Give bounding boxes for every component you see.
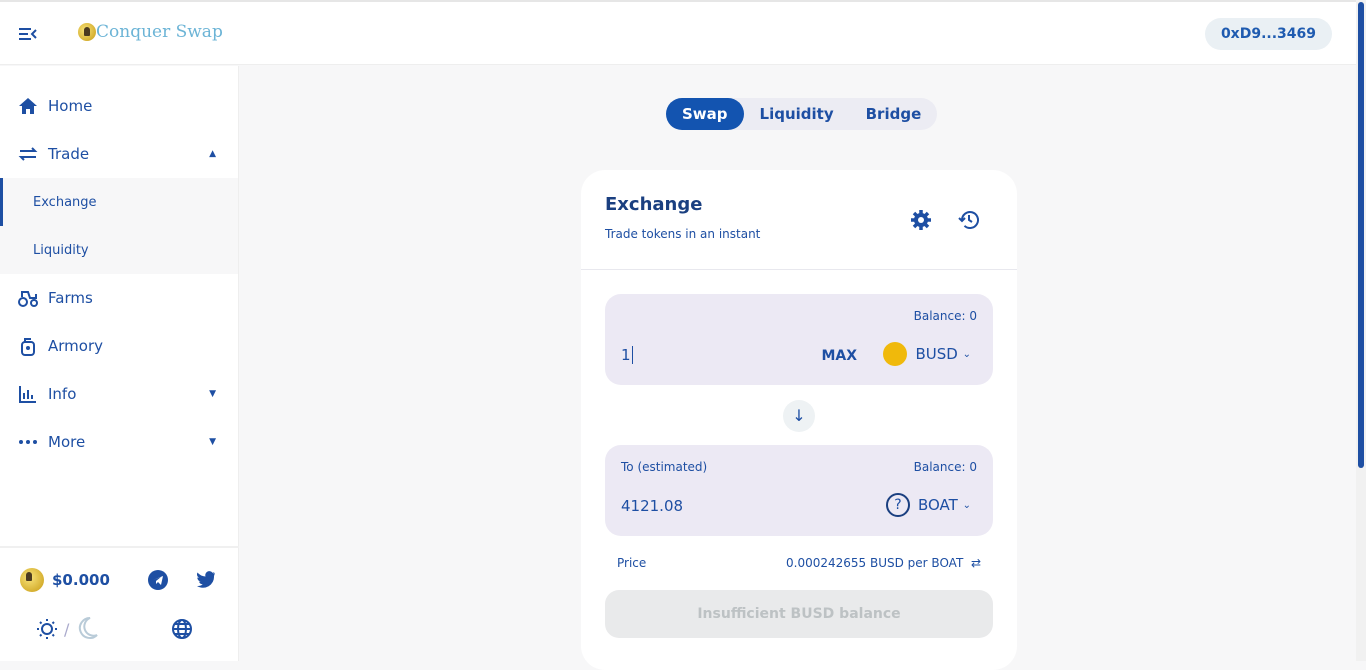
- chart-icon: [19, 386, 36, 403]
- card-title: Exchange: [605, 194, 703, 215]
- moon-icon[interactable]: [76, 616, 98, 640]
- logo[interactable]: Conquer Swap: [78, 22, 223, 42]
- max-button[interactable]: MAX: [821, 348, 857, 364]
- arrow-down-icon: ↓: [792, 406, 806, 425]
- top-bar: Conquer Swap 0xD9...3469: [0, 0, 1356, 65]
- scrollbar[interactable]: [1356, 0, 1366, 661]
- switch-direction-button[interactable]: ↓: [783, 400, 815, 432]
- sidebar: Home Trade ▲ Exchange Liquidity Farms Arm…: [0, 66, 239, 661]
- more-dots-icon: [19, 440, 37, 444]
- busd-icon: [883, 342, 908, 366]
- from-token-panel: Balance: 0 1 MAX BUSD ⌄: [605, 294, 993, 385]
- sun-icon[interactable]: [36, 618, 58, 640]
- tractor-icon: [18, 291, 38, 307]
- invert-price-icon[interactable]: ⇄: [971, 556, 981, 570]
- to-token-selector[interactable]: ? BOAT ⌄: [885, 493, 971, 517]
- sidebar-item-more[interactable]: More ▼: [0, 418, 238, 466]
- menu-collapse-icon[interactable]: [18, 26, 38, 42]
- sidebar-item-home[interactable]: Home: [0, 82, 238, 130]
- chevron-down-icon: ⌄: [962, 348, 971, 360]
- logo-coin-icon: [78, 23, 96, 41]
- caret-down-icon: ▼: [209, 437, 216, 447]
- settings-gear-icon[interactable]: [909, 208, 933, 232]
- unknown-token-icon: ?: [885, 493, 910, 517]
- swap-tabs: Swap Liquidity Bridge: [666, 98, 938, 130]
- to-balance: Balance: 0: [913, 460, 977, 474]
- twitter-icon[interactable]: [196, 570, 216, 588]
- wallet-address-button[interactable]: 0xD9...3469: [1204, 18, 1332, 50]
- theme-separator: /: [64, 620, 70, 639]
- tab-swap[interactable]: Swap: [666, 98, 744, 130]
- caret-down-icon: ▼: [209, 389, 216, 399]
- sidebar-item-info[interactable]: Info ▼: [0, 370, 238, 418]
- history-icon[interactable]: [957, 208, 981, 232]
- tab-liquidity[interactable]: Liquidity: [744, 98, 850, 130]
- sidebar-item-armory[interactable]: Armory: [0, 322, 238, 370]
- price-value: 0.000242655 BUSD per BOAT: [786, 556, 964, 570]
- from-amount-input[interactable]: 1: [621, 346, 633, 364]
- armory-icon: [21, 338, 35, 356]
- tab-bridge[interactable]: Bridge: [850, 98, 938, 130]
- sidebar-subitem-exchange[interactable]: Exchange: [0, 178, 238, 226]
- sidebar-subitem-liquidity[interactable]: Liquidity: [0, 226, 238, 274]
- from-balance: Balance: 0: [913, 309, 977, 323]
- to-amount-input[interactable]: 4121.08: [621, 497, 683, 515]
- card-subtitle: Trade tokens in an instant: [605, 227, 761, 241]
- to-label: To (estimated): [621, 460, 708, 474]
- caret-up-icon: ▲: [209, 149, 216, 159]
- token-coin-icon: [20, 568, 44, 592]
- globe-icon[interactable]: [171, 618, 193, 640]
- telegram-icon[interactable]: [148, 570, 168, 590]
- to-token-panel: To (estimated) Balance: 0 4121.08 ? BOAT …: [605, 445, 993, 536]
- home-icon: [19, 98, 37, 114]
- from-token-selector[interactable]: BUSD ⌄: [883, 342, 971, 366]
- swap-submit-button[interactable]: Insufficient BUSD balance: [605, 590, 993, 638]
- swap-arrows-icon: [18, 147, 38, 161]
- price-row: Price 0.000242655 BUSD per BOAT ⇄: [617, 556, 981, 570]
- sidebar-item-farms[interactable]: Farms: [0, 274, 238, 322]
- sidebar-item-trade[interactable]: Trade ▲: [0, 130, 238, 178]
- token-price: $0.000: [20, 568, 110, 592]
- sidebar-footer: $0.000 /: [0, 546, 239, 661]
- exchange-card: Exchange Trade tokens in an instant Bala…: [581, 170, 1017, 670]
- chevron-down-icon: ⌄: [962, 499, 971, 511]
